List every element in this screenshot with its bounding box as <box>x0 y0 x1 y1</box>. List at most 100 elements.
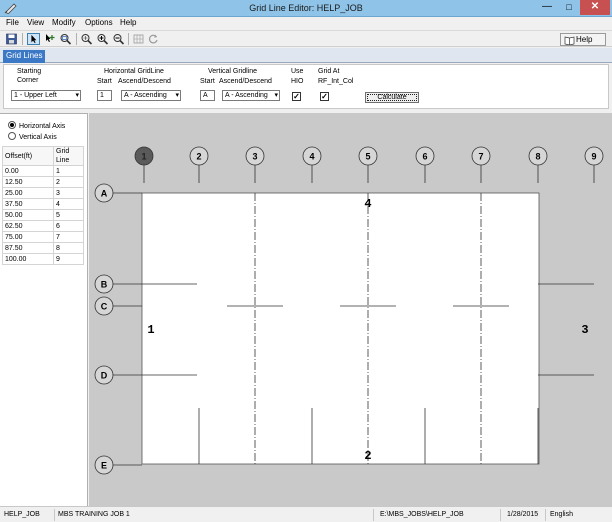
offset-cell[interactable]: 50.00 <box>2 209 54 221</box>
column-bubble-label: 9 <box>591 152 596 162</box>
wall-number-right: 3 <box>581 323 588 337</box>
column-bubble-label: 7 <box>478 152 483 162</box>
minimize-button[interactable]: — <box>536 0 558 15</box>
vertical-order-select[interactable]: A - Ascending ▾ <box>222 90 280 101</box>
close-button[interactable]: ✕ <box>580 0 610 15</box>
column-bubble-2[interactable]: 2 <box>189 146 209 166</box>
grid-at-label: Grid At <box>318 68 340 75</box>
column-bubble-6[interactable]: 6 <box>415 146 435 166</box>
menu-modify[interactable]: Modify <box>52 18 76 27</box>
column-bubble-label: 5 <box>365 152 370 162</box>
offset-cell[interactable]: 87.50 <box>2 242 54 254</box>
offset-cell[interactable]: 37.50 <box>2 198 54 210</box>
table-row[interactable]: 87.50 8 <box>2 242 84 254</box>
horizontal-order-select[interactable]: A - Ascending ▾ <box>121 90 181 101</box>
calculate-button[interactable]: Calculate <box>365 92 419 103</box>
maximize-button[interactable]: □ <box>558 0 580 15</box>
column-bubble-9[interactable]: 9 <box>584 146 604 166</box>
horizontal-order-value: A - Ascending <box>124 92 167 99</box>
gridline-cell[interactable]: 7 <box>53 231 84 243</box>
vertical-start-input[interactable]: A <box>200 90 215 101</box>
zoom-in-icon[interactable] <box>96 33 109 45</box>
offset-cell[interactable]: 100.00 <box>2 253 54 265</box>
grid-drawing: 1 2 3 4 5 6 7 8 9 A B C D E 4 2 1 3 <box>94 146 604 475</box>
column-bubble-5[interactable]: 5 <box>358 146 378 166</box>
pointer-icon[interactable] <box>27 33 40 45</box>
column-bubble-3[interactable]: 3 <box>245 146 265 166</box>
vertical-order-value: A - Ascending <box>225 92 268 99</box>
status-job-name: MBS TRAINING JOB 1 <box>58 511 130 518</box>
table-row[interactable]: 37.50 4 <box>2 198 84 210</box>
menu-help[interactable]: Help <box>120 18 136 27</box>
row-bubble-a[interactable]: A <box>94 183 114 203</box>
menu-view[interactable]: View <box>27 18 44 27</box>
row-bubble-label: A <box>101 189 108 199</box>
column-bubble-4[interactable]: 4 <box>302 146 322 166</box>
refresh-icon[interactable] <box>147 33 160 45</box>
horizontal-axis-radio[interactable]: Horizontal Axis <box>8 121 65 131</box>
menu-options[interactable]: Options <box>85 18 113 27</box>
zoom-out-icon[interactable] <box>112 33 125 45</box>
gridline-cell[interactable]: 3 <box>53 187 84 199</box>
starting-corner-select[interactable]: 1 - Upper Left ▾ <box>11 90 81 101</box>
gridline-cell[interactable]: 1 <box>53 165 84 177</box>
gridline-cell[interactable]: 6 <box>53 220 84 232</box>
chevron-down-icon: ▾ <box>75 92 79 99</box>
vertical-axis-radio[interactable]: Vertical Axis <box>8 132 57 142</box>
row-bubble-e[interactable]: E <box>94 455 114 475</box>
vertical-order-label: Ascend/Descend <box>219 78 272 85</box>
row-bubble-b[interactable]: B <box>94 274 114 294</box>
column-bubble-label: 8 <box>535 152 540 162</box>
column-bubble-1[interactable]: 1 <box>134 146 154 166</box>
table-row[interactable]: 100.00 9 <box>2 253 84 265</box>
horizontal-start-input[interactable]: 1 <box>97 90 112 101</box>
save-icon[interactable] <box>5 33 18 45</box>
horizontal-axis-label: Horizontal Axis <box>19 123 66 130</box>
table-row[interactable]: 0.00 1 <box>2 165 84 177</box>
table-row[interactable]: 62.50 6 <box>2 220 84 232</box>
row-leaders <box>113 192 142 466</box>
status-bar: HELP_JOB MBS TRAINING JOB 1 E:\MBS_JOBS\… <box>0 506 612 522</box>
zoom-window-icon[interactable] <box>59 33 72 45</box>
gridline-cell[interactable]: 9 <box>53 253 84 265</box>
offset-cell[interactable]: 12.50 <box>2 176 54 188</box>
menu-file[interactable]: File <box>6 18 19 27</box>
table-row[interactable]: 25.00 3 <box>2 187 84 199</box>
menu-bar: File View Modify Options Help <box>0 17 612 30</box>
offset-cell[interactable]: 75.00 <box>2 231 54 243</box>
column-bubble-7[interactable]: 7 <box>471 146 491 166</box>
table-row[interactable]: 50.00 5 <box>2 209 84 221</box>
help-book-icon <box>564 36 575 45</box>
table-row[interactable]: 12.50 2 <box>2 176 84 188</box>
row-bubble-d[interactable]: D <box>94 365 114 385</box>
offset-cell[interactable]: 25.00 <box>2 187 54 199</box>
grid-at-checkbox[interactable]: ✓ <box>320 92 329 101</box>
grid-select-icon[interactable] <box>132 33 145 45</box>
table-row[interactable]: 75.00 7 <box>2 231 84 243</box>
status-separator <box>545 509 546 521</box>
use-hio-checkbox[interactable]: ✓ <box>292 92 301 101</box>
gridline-cell[interactable]: 4 <box>53 198 84 210</box>
toolbar-separator <box>128 33 129 45</box>
add-gridline-icon[interactable] <box>43 33 56 45</box>
row-bubble-label: B <box>101 280 108 290</box>
gridline-cell[interactable]: 2 <box>53 176 84 188</box>
tab-grid-lines[interactable]: Grid Lines <box>3 50 46 63</box>
grid-settings-panel: Starting Corner 1 - Upper Left ▾ Horizon… <box>3 64 609 109</box>
status-separator <box>500 509 501 521</box>
grid-drawing-canvas[interactable]: 1 2 3 4 5 6 7 8 9 A B C D E 4 2 1 3 <box>89 113 612 506</box>
offset-cell[interactable]: 62.50 <box>2 220 54 232</box>
gridline-cell[interactable]: 8 <box>53 242 84 254</box>
offset-cell[interactable]: 0.00 <box>2 165 54 177</box>
vertical-gridline-label: Vertical Gridline <box>208 68 258 75</box>
horizontal-order-label: Ascend/Descend <box>118 78 171 85</box>
chevron-down-icon: ▾ <box>175 92 179 99</box>
building-outline[interactable] <box>141 192 540 465</box>
toolbar-separator <box>76 33 77 45</box>
help-button[interactable]: Help <box>560 33 606 46</box>
gridline-cell[interactable]: 5 <box>53 209 84 221</box>
zoom-extents-icon[interactable] <box>80 33 93 45</box>
gridline-table: Offset(ft) Grid Line 0.00 1 12.50 2 25.00 3… <box>2 146 84 265</box>
row-bubble-c[interactable]: C <box>94 296 114 316</box>
column-bubble-8[interactable]: 8 <box>528 146 548 166</box>
